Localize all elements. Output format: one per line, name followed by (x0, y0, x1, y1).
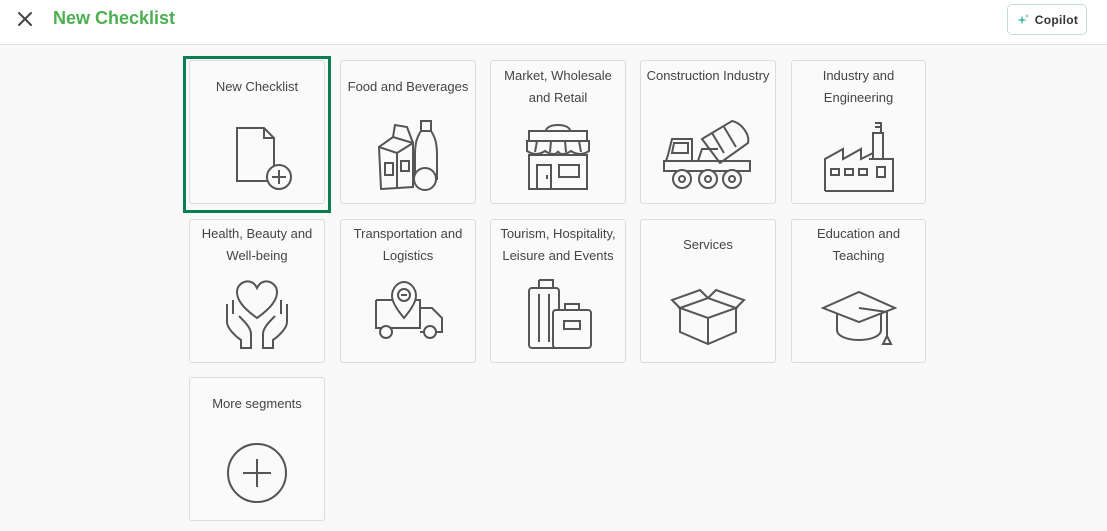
tile-label: Health, Beauty and Well-being (201, 226, 313, 263)
tile-market-wholesale-retail[interactable]: Market, Wholesale and Retail (490, 60, 626, 204)
delivery-truck-icon (375, 280, 443, 339)
groceries-icon (377, 120, 438, 191)
tile-construction-industry[interactable]: Construction Industry (640, 60, 776, 204)
tile-label: Tourism, Hospitality, Leisure and Events (500, 226, 616, 263)
luggage-icon (528, 279, 592, 349)
copilot-label: Copilot (1034, 12, 1079, 27)
heart-hands-icon (226, 280, 288, 349)
graduation-cap-icon (820, 290, 897, 345)
tile-label: Industry and Engineering (822, 68, 895, 105)
tile-food-and-beverages[interactable]: Food and Beverages (340, 60, 476, 204)
tile-industry-engineering[interactable]: Industry and Engineering (791, 60, 926, 204)
plus-circle-icon (227, 443, 287, 503)
tile-tourism-hospitality[interactable]: Tourism, Hospitality, Leisure and Events (490, 219, 626, 363)
tile-label: Market, Wholesale and Retail (504, 68, 612, 105)
tile-label: Food and Beverages (347, 79, 469, 94)
tile-label: Education and Teaching (816, 226, 901, 263)
tile-label: Services (683, 237, 733, 252)
tile-transportation-logistics[interactable]: Transportation and Logistics (340, 219, 476, 363)
cement-truck-icon (663, 119, 751, 189)
open-box-icon (670, 288, 746, 346)
document-add-icon (236, 127, 292, 190)
storefront-icon (526, 124, 590, 190)
tile-label: Transportation and Logistics (353, 226, 463, 263)
tile-health-beauty[interactable]: Health, Beauty and Well-being (189, 219, 325, 363)
page-title: New Checklist (53, 8, 176, 28)
tile-new-checklist[interactable]: New Checklist (189, 60, 325, 204)
tile-more-segments[interactable]: More segments (189, 377, 325, 521)
top-bar: New Checklist Copilot (0, 0, 1107, 45)
tile-label: Construction Industry (646, 68, 770, 83)
close-icon[interactable] (14, 8, 36, 30)
tile-education-teaching[interactable]: Education and Teaching (791, 219, 926, 363)
tile-services[interactable]: Services (640, 219, 776, 363)
sparkle-icon (1016, 13, 1029, 25)
factory-icon (823, 122, 894, 192)
copilot-button[interactable]: Copilot (1007, 4, 1087, 35)
tile-label: New Checklist (215, 79, 299, 94)
tile-label: More segments (212, 396, 302, 411)
